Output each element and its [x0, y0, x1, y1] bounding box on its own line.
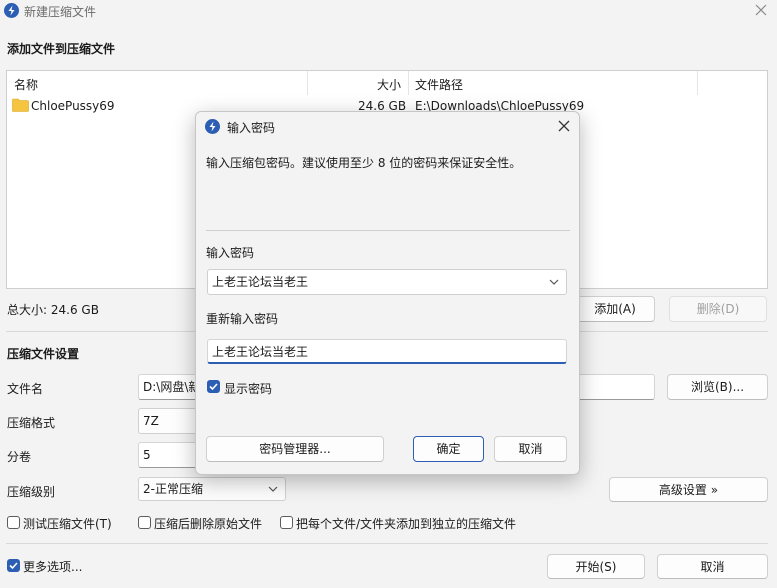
start-button[interactable]: 开始(S) — [547, 554, 645, 579]
password-input[interactable]: 上老王论坛当老王 — [207, 269, 567, 295]
more-options-checkbox[interactable] — [7, 559, 20, 572]
show-password-checkbox[interactable] — [207, 380, 220, 393]
file-name: ChloePussy69 — [31, 99, 115, 113]
level-value: 2-正常压缩 — [143, 482, 203, 496]
delete-after-label[interactable]: 压缩后删除原始文件 — [154, 515, 262, 532]
separate-archives-checkbox[interactable] — [280, 516, 293, 529]
title-bar: 新建压缩文件 — [0, 0, 777, 22]
divider — [206, 230, 570, 231]
separate-archives-label[interactable]: 把每个文件/文件夹添加到独立的压缩文件 — [296, 515, 516, 532]
test-archive-label[interactable]: 测试压缩文件(T) — [23, 515, 112, 532]
confirm-password-input[interactable]: 上老王论坛当老王 — [207, 339, 567, 364]
dialog-logo-icon — [205, 119, 220, 134]
total-size: 总大小: 24.6 GB — [7, 303, 99, 317]
column-divider[interactable] — [307, 71, 308, 95]
format-value: 7Z — [143, 414, 159, 428]
level-select[interactable]: 2-正常压缩 — [138, 477, 286, 501]
column-header-size[interactable]: 大小 — [377, 76, 401, 93]
dialog-description: 输入压缩包密码。建议使用至少 8 位的密码来保证安全性。 — [206, 156, 522, 170]
dialog-close-icon[interactable] — [557, 119, 571, 133]
password-value: 上老王论坛当老王 — [212, 275, 309, 289]
dialog-cancel-button[interactable]: 取消 — [494, 436, 567, 462]
filename-label: 文件名 — [7, 382, 44, 396]
password-dialog: 输入密码 输入压缩包密码。建议使用至少 8 位的密码来保证安全性。 输入密码 上… — [195, 111, 580, 475]
column-divider[interactable] — [697, 71, 698, 95]
add-files-heading: 添加文件到压缩文件 — [7, 42, 116, 56]
folder-icon — [12, 98, 29, 112]
add-button[interactable]: 添加(A) — [575, 296, 655, 322]
column-header-path[interactable]: 文件路径 — [415, 76, 463, 93]
split-label: 分卷 — [7, 450, 32, 464]
chevron-down-icon[interactable] — [548, 270, 560, 294]
close-icon[interactable] — [754, 3, 768, 17]
window-title: 新建压缩文件 — [24, 5, 97, 19]
cancel-button[interactable]: 取消 — [657, 554, 768, 579]
confirm-password-label: 重新输入密码 — [206, 312, 279, 326]
advanced-settings-button[interactable]: 高级设置 » — [609, 477, 768, 502]
ok-button[interactable]: 确定 — [413, 436, 484, 462]
level-label: 压缩级别 — [7, 485, 56, 499]
delete-after-checkbox[interactable] — [138, 516, 151, 529]
chevron-down-icon — [267, 478, 279, 500]
file-list-header: 名称 大小 文件路径 — [7, 71, 767, 95]
app-logo-icon — [4, 3, 19, 18]
test-archive-checkbox[interactable] — [7, 516, 20, 529]
settings-heading: 压缩文件设置 — [7, 347, 80, 361]
browse-button[interactable]: 浏览(B)... — [667, 374, 768, 400]
divider — [6, 543, 768, 544]
password-label: 输入密码 — [206, 246, 255, 260]
format-label: 压缩格式 — [7, 416, 56, 430]
delete-button[interactable]: 删除(D) — [669, 296, 767, 322]
column-header-name[interactable]: 名称 — [14, 76, 38, 93]
column-divider[interactable] — [408, 71, 409, 95]
show-password-label[interactable]: 显示密码 — [224, 380, 272, 397]
more-options-label[interactable]: 更多选项... — [23, 558, 82, 575]
password-manager-button[interactable]: 密码管理器... — [206, 436, 384, 462]
dialog-title: 输入密码 — [227, 121, 276, 135]
